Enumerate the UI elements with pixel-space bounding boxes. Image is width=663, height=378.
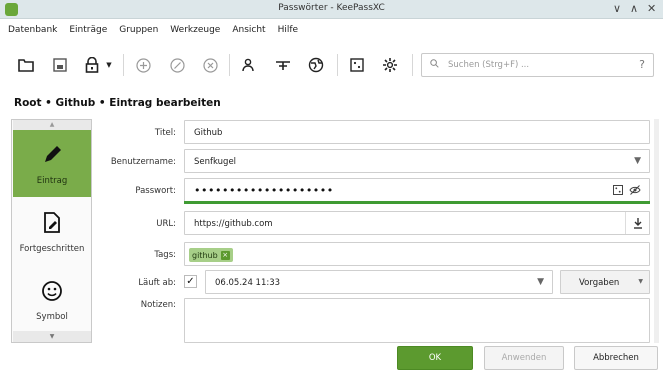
sidebar-item-label: Eintrag xyxy=(36,176,68,186)
copy-username-icon[interactable] xyxy=(237,54,259,76)
title-bar: Passwörter - KeePassXC ∨ ∧ ✕ xyxy=(0,0,663,19)
url-field[interactable]: https://github.com xyxy=(184,211,650,235)
tag-label: github xyxy=(192,250,218,260)
expires-label: Läuft ab: xyxy=(138,278,176,288)
presets-chevron-down-icon: ▼ xyxy=(638,278,643,285)
menu-eintraege[interactable]: Einträge xyxy=(69,25,107,35)
edit-sidebar: ▲ Eintrag Fortgeschritten Symbol ▼ xyxy=(11,119,92,343)
password-field[interactable]: •••••••••••••••••••• xyxy=(184,178,650,202)
edit-entry-icon[interactable] xyxy=(166,54,188,76)
lock-dropdown-chevron-icon[interactable]: ▼ xyxy=(104,54,114,76)
breadcrumb: Root • Github • Eintrag bearbeiten xyxy=(14,97,221,109)
search-help-icon[interactable]: ? xyxy=(639,58,645,71)
document-edit-icon xyxy=(13,212,91,239)
presets-label: Vorgaben xyxy=(579,278,620,288)
copy-password-icon[interactable] xyxy=(272,54,294,76)
menu-datenbank[interactable]: Datenbank xyxy=(8,25,57,35)
search-placeholder: Suchen (Strg+F) ... xyxy=(448,60,530,70)
remove-tag-icon[interactable]: × xyxy=(220,250,230,260)
apply-button[interactable]: Anwenden xyxy=(484,346,564,370)
tag-chip[interactable]: github × xyxy=(189,248,233,262)
password-value: •••••••••••••••••••• xyxy=(194,184,334,197)
lock-icon[interactable] xyxy=(81,54,103,76)
maximize-icon[interactable]: ∧ xyxy=(630,2,638,15)
window-title: Passwörter - KeePassXC xyxy=(278,3,385,13)
folder-open-icon[interactable] xyxy=(15,54,37,76)
form-scrollbar[interactable] xyxy=(654,119,659,343)
url-label: URL: xyxy=(156,219,176,229)
expires-checkbox[interactable]: ✓ xyxy=(184,275,197,288)
download-favicon-icon[interactable] xyxy=(625,212,649,234)
smiley-icon xyxy=(13,280,91,307)
notes-textarea[interactable] xyxy=(184,298,650,343)
tags-field[interactable] xyxy=(184,242,650,266)
sidebar-item-eintrag[interactable]: Eintrag xyxy=(13,130,91,197)
copy-url-icon[interactable] xyxy=(305,54,327,76)
generate-password-icon[interactable] xyxy=(613,185,623,198)
menu-hilfe[interactable]: Hilfe xyxy=(278,25,298,35)
delete-entry-icon[interactable] xyxy=(199,54,221,76)
title-value: Github xyxy=(194,128,223,138)
sidebar-item-label: Fortgeschritten xyxy=(19,244,85,254)
tags-label: Tags: xyxy=(154,250,176,260)
menu-werkzeuge[interactable]: Werkzeuge xyxy=(170,25,220,35)
sidebar-scroll-up[interactable]: ▲ xyxy=(13,120,91,130)
search-input[interactable]: Suchen (Strg+F) ... ? xyxy=(421,53,654,77)
username-field[interactable]: Senfkugel ▼ xyxy=(184,149,650,173)
menu-bar: Datenbank Einträge Gruppen Werkzeuge Ans… xyxy=(0,20,663,39)
expires-dropdown-icon[interactable]: ▼ xyxy=(537,277,544,287)
cancel-button[interactable]: Abbrechen xyxy=(574,346,658,370)
close-icon[interactable]: ✕ xyxy=(647,2,656,15)
username-value: Senfkugel xyxy=(194,157,237,167)
settings-icon[interactable] xyxy=(379,54,401,76)
expires-datetime-field[interactable]: 06.05.24 11:33 ▼ xyxy=(205,270,553,294)
password-generator-icon[interactable] xyxy=(346,54,368,76)
toggle-password-visibility-icon[interactable] xyxy=(629,185,641,198)
add-entry-icon[interactable] xyxy=(132,54,154,76)
sidebar-item-symbol[interactable]: Symbol xyxy=(13,266,91,333)
sidebar-scroll-down[interactable]: ▼ xyxy=(13,331,91,342)
menu-gruppen[interactable]: Gruppen xyxy=(119,25,158,35)
title-field[interactable]: Github xyxy=(184,120,650,144)
username-label: Benutzername: xyxy=(110,157,176,167)
notes-label: Notizen: xyxy=(140,300,176,310)
sidebar-item-label: Symbol xyxy=(36,312,68,322)
search-icon xyxy=(430,59,439,71)
pencil-icon xyxy=(13,144,91,171)
title-label: Titel: xyxy=(154,128,176,138)
expires-value: 06.05.24 11:33 xyxy=(215,278,281,288)
username-dropdown-icon[interactable]: ▼ xyxy=(634,156,641,166)
minimize-icon[interactable]: ∨ xyxy=(613,2,621,15)
save-icon[interactable] xyxy=(49,54,71,76)
ok-button[interactable]: OK xyxy=(397,346,473,370)
url-value: https://github.com xyxy=(194,219,273,229)
menu-ansicht[interactable]: Ansicht xyxy=(232,25,265,35)
sidebar-item-fortgeschritten[interactable]: Fortgeschritten xyxy=(13,198,91,265)
password-strength-bar xyxy=(184,201,650,204)
presets-button[interactable]: Vorgaben ▼ xyxy=(560,270,650,294)
password-label: Passwort: xyxy=(135,186,176,196)
